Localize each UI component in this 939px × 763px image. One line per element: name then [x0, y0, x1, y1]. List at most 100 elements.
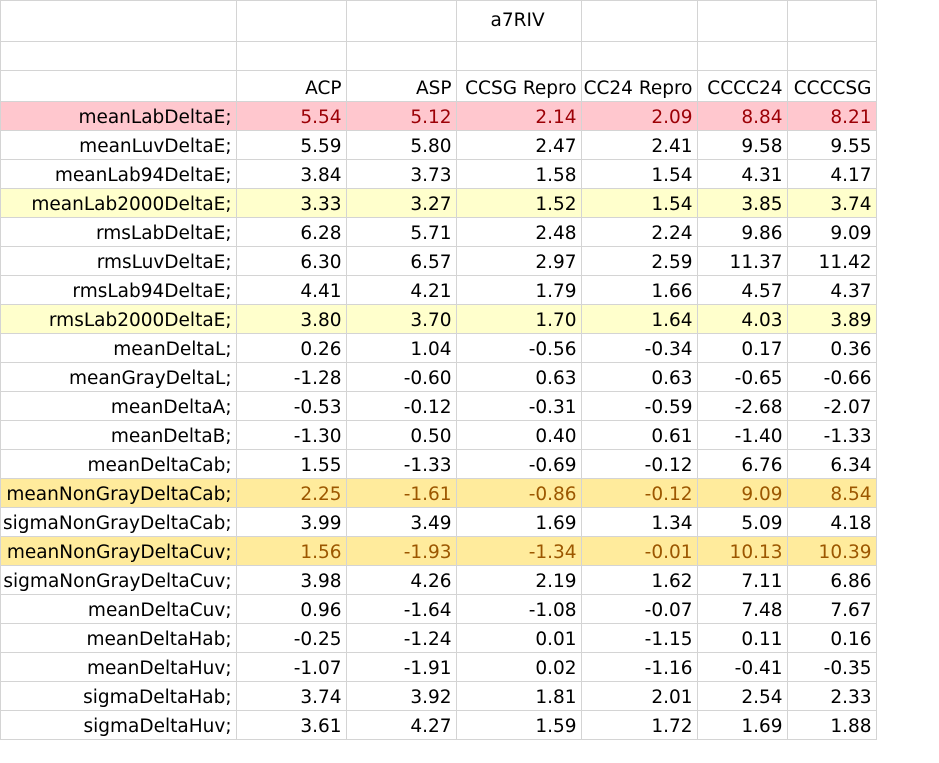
value-cell[interactable]: -0.07: [580, 594, 698, 624]
value-cell[interactable]: 1.66: [580, 275, 698, 305]
value-cell[interactable]: 0.36: [786, 333, 877, 363]
header-cell[interactable]: CCSG Repro: [455, 70, 582, 102]
value-cell[interactable]: -0.34: [580, 333, 698, 363]
value-cell[interactable]: 1.58: [455, 159, 582, 189]
value-cell[interactable]: 9.55: [786, 130, 877, 160]
value-cell[interactable]: 2.59: [580, 246, 698, 276]
value-cell[interactable]: 5.09: [696, 507, 788, 537]
value-cell[interactable]: 1.72: [580, 710, 698, 740]
value-cell[interactable]: 1.79: [455, 275, 582, 305]
value-cell[interactable]: 7.11: [696, 565, 788, 595]
row-label-cell[interactable]: meanDeltaA;: [0, 391, 237, 421]
value-cell[interactable]: 7.67: [786, 594, 877, 624]
value-cell[interactable]: 5.80: [345, 130, 457, 160]
row-label-cell[interactable]: sigmaDeltaHuv;: [0, 710, 237, 740]
value-cell[interactable]: 3.85: [696, 188, 788, 218]
value-cell[interactable]: 6.86: [786, 565, 877, 595]
value-cell[interactable]: 3.89: [786, 304, 877, 334]
cell[interactable]: [696, 0, 788, 42]
row-label-cell[interactable]: rmsLab2000DeltaE;: [0, 304, 237, 334]
value-cell[interactable]: 8.54: [786, 478, 877, 508]
value-cell[interactable]: 2.19: [455, 565, 582, 595]
value-cell[interactable]: 5.59: [235, 130, 347, 160]
row-label-cell[interactable]: sigmaNonGrayDeltaCuv;: [0, 565, 237, 595]
row-label-cell[interactable]: rmsLuvDeltaE;: [0, 246, 237, 276]
value-cell[interactable]: 2.48: [455, 217, 582, 247]
value-cell[interactable]: 6.30: [235, 246, 347, 276]
value-cell[interactable]: 3.73: [345, 159, 457, 189]
value-cell[interactable]: 1.34: [580, 507, 698, 537]
value-cell[interactable]: 9.09: [786, 217, 877, 247]
value-cell[interactable]: 3.27: [345, 188, 457, 218]
value-cell[interactable]: 1.55: [235, 449, 347, 479]
value-cell[interactable]: 3.98: [235, 565, 347, 595]
value-cell[interactable]: 6.76: [696, 449, 788, 479]
header-cell[interactable]: [0, 70, 237, 102]
header-cell[interactable]: CCCC24: [696, 70, 788, 102]
value-cell[interactable]: -1.28: [235, 362, 347, 392]
value-cell[interactable]: 9.09: [696, 478, 788, 508]
value-cell[interactable]: 2.33: [786, 681, 877, 711]
value-cell[interactable]: 0.63: [455, 362, 582, 392]
value-cell[interactable]: 0.61: [580, 420, 698, 450]
value-cell[interactable]: -0.69: [455, 449, 582, 479]
header-cell[interactable]: ACP: [235, 70, 347, 102]
cell[interactable]: [786, 0, 877, 42]
value-cell[interactable]: 3.80: [235, 304, 347, 334]
cell[interactable]: [580, 41, 698, 71]
cell[interactable]: [786, 41, 877, 71]
value-cell[interactable]: -0.12: [580, 449, 698, 479]
value-cell[interactable]: 2.47: [455, 130, 582, 160]
value-cell[interactable]: 6.28: [235, 217, 347, 247]
value-cell[interactable]: -1.16: [580, 652, 698, 682]
value-cell[interactable]: 0.26: [235, 333, 347, 363]
row-label-cell[interactable]: rmsLab94DeltaE;: [0, 275, 237, 305]
value-cell[interactable]: 3.74: [235, 681, 347, 711]
value-cell[interactable]: 1.88: [786, 710, 877, 740]
value-cell[interactable]: 9.86: [696, 217, 788, 247]
value-cell[interactable]: 2.01: [580, 681, 698, 711]
value-cell[interactable]: -0.12: [580, 478, 698, 508]
cell[interactable]: [345, 41, 457, 71]
value-cell[interactable]: 1.54: [580, 159, 698, 189]
row-label-cell[interactable]: meanDeltaCab;: [0, 449, 237, 479]
value-cell[interactable]: -0.60: [345, 362, 457, 392]
value-cell[interactable]: 8.84: [696, 101, 788, 131]
value-cell[interactable]: 8.21: [786, 101, 877, 131]
value-cell[interactable]: 4.41: [235, 275, 347, 305]
value-cell[interactable]: -0.12: [345, 391, 457, 421]
value-cell[interactable]: 1.69: [696, 710, 788, 740]
value-cell[interactable]: 4.26: [345, 565, 457, 595]
cell[interactable]: [455, 41, 582, 71]
header-cell[interactable]: ASP: [345, 70, 457, 102]
value-cell[interactable]: 1.54: [580, 188, 698, 218]
value-cell[interactable]: -1.61: [345, 478, 457, 508]
value-cell[interactable]: 11.37: [696, 246, 788, 276]
value-cell[interactable]: 3.84: [235, 159, 347, 189]
value-cell[interactable]: 4.03: [696, 304, 788, 334]
row-label-cell[interactable]: meanLuvDeltaE;: [0, 130, 237, 160]
value-cell[interactable]: -0.35: [786, 652, 877, 682]
value-cell[interactable]: 10.39: [786, 536, 877, 566]
value-cell[interactable]: 0.01: [455, 623, 582, 653]
value-cell[interactable]: 1.52: [455, 188, 582, 218]
value-cell[interactable]: 3.33: [235, 188, 347, 218]
value-cell[interactable]: 4.27: [345, 710, 457, 740]
value-cell[interactable]: 4.18: [786, 507, 877, 537]
value-cell[interactable]: -0.65: [696, 362, 788, 392]
value-cell[interactable]: 6.34: [786, 449, 877, 479]
header-cell[interactable]: CCCCSG: [786, 70, 877, 102]
value-cell[interactable]: -1.07: [235, 652, 347, 682]
value-cell[interactable]: 0.16: [786, 623, 877, 653]
value-cell[interactable]: 1.69: [455, 507, 582, 537]
row-label-cell[interactable]: meanNonGrayDeltaCab;: [0, 478, 237, 508]
value-cell[interactable]: 3.49: [345, 507, 457, 537]
value-cell[interactable]: 0.96: [235, 594, 347, 624]
value-cell[interactable]: -0.59: [580, 391, 698, 421]
value-cell[interactable]: -1.33: [786, 420, 877, 450]
row-label-cell[interactable]: meanDeltaHab;: [0, 623, 237, 653]
cell[interactable]: [580, 0, 698, 42]
value-cell[interactable]: 1.56: [235, 536, 347, 566]
value-cell[interactable]: 1.59: [455, 710, 582, 740]
value-cell[interactable]: -0.31: [455, 391, 582, 421]
